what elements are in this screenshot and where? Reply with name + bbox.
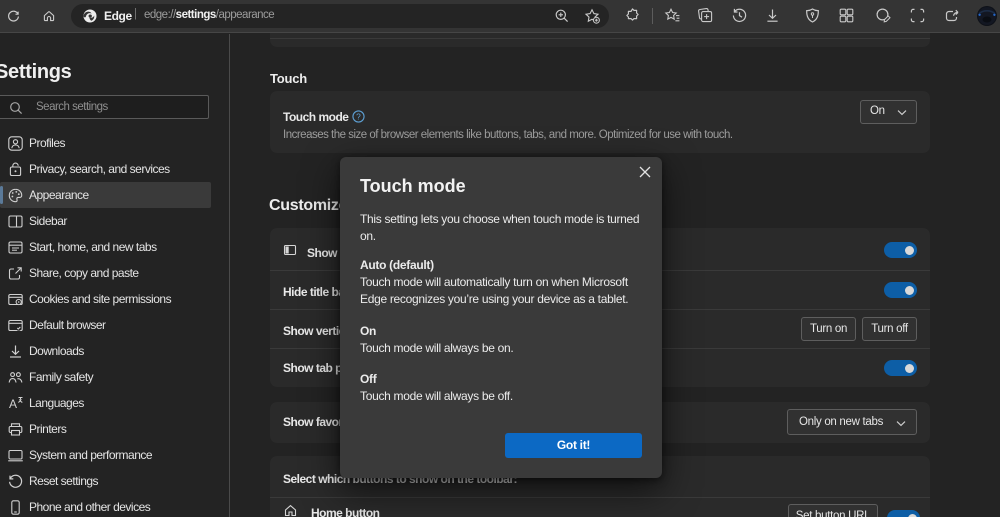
svg-text:?: ?: [356, 112, 361, 122]
svg-text:A: A: [9, 397, 17, 411]
